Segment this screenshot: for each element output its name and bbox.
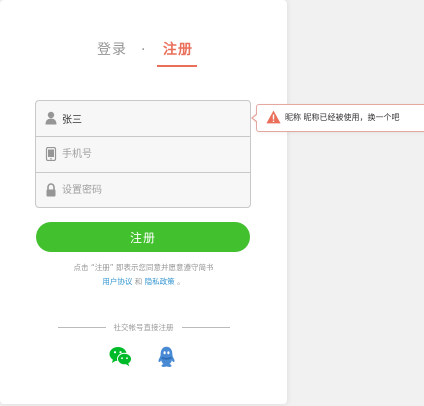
password-input[interactable] xyxy=(62,173,242,207)
register-card: 登录 · 注册 注册 xyxy=(0,0,287,404)
privacy-policy-link[interactable]: 隐私政策 xyxy=(145,277,175,286)
social-login-title: 社交帐号直接注册 xyxy=(0,322,287,334)
auth-tabs: 登录 · 注册 xyxy=(0,40,287,68)
active-tab-underline xyxy=(157,65,197,67)
tab-register[interactable]: 注册 xyxy=(163,40,193,60)
social-title-text: 社交帐号直接注册 xyxy=(113,323,174,332)
agreement-text: 点击 “注册” 即表示您同意并愿意遵守简书 用户协议 和 隐私政策 。 xyxy=(0,261,287,289)
mobile-phone-icon xyxy=(45,147,57,161)
tab-separator: · xyxy=(141,42,146,58)
password-row xyxy=(36,172,250,207)
user-agreement-link[interactable]: 用户协议 xyxy=(102,277,132,286)
nickname-row xyxy=(36,101,250,136)
agreement-end: 。 xyxy=(174,277,185,286)
warning-icon xyxy=(266,110,281,124)
phone-row xyxy=(36,136,250,172)
user-icon xyxy=(45,111,57,125)
lock-icon xyxy=(46,183,56,197)
tooltip-arrow-fill xyxy=(253,114,258,122)
tab-login[interactable]: 登录 xyxy=(97,40,127,60)
agreement-and: 和 xyxy=(132,277,145,286)
agreement-links: 用户协议 和 隐私政策 。 xyxy=(0,275,287,289)
tooltip-message: 昵称 昵称已经被使用，换一个吧 xyxy=(285,113,400,122)
qq-icon[interactable] xyxy=(158,346,175,368)
register-button[interactable]: 注册 xyxy=(36,222,250,252)
wechat-icon[interactable] xyxy=(109,346,132,367)
nickname-input[interactable] xyxy=(62,101,242,136)
register-form xyxy=(35,100,251,208)
error-tooltip: 昵称 昵称已经被使用，换一个吧 xyxy=(251,104,424,132)
phone-input[interactable] xyxy=(62,137,242,172)
agreement-line: 点击 “注册” 即表示您同意并愿意遵守简书 xyxy=(73,263,214,272)
divider-right xyxy=(182,327,230,328)
